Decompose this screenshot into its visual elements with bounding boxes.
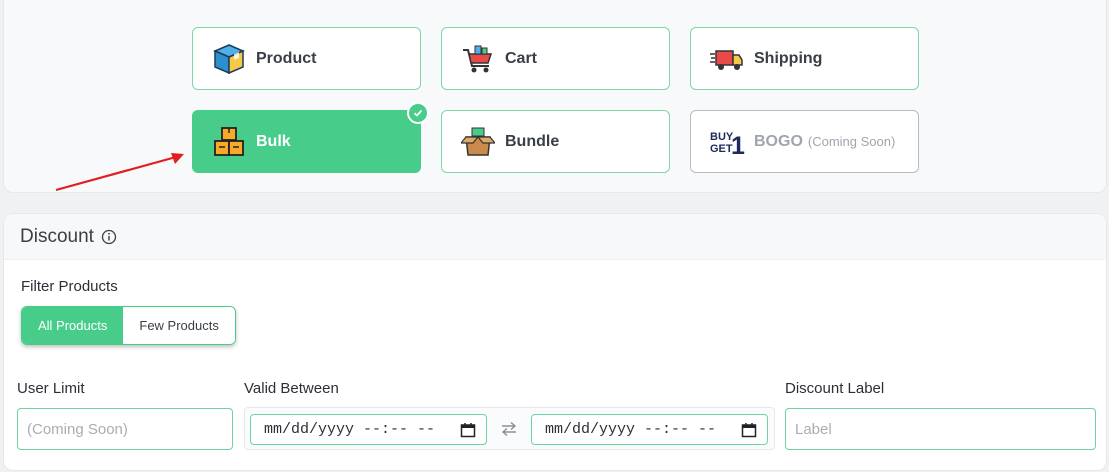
type-card-label: BOGO	[754, 132, 803, 150]
type-card-bulk[interactable]: Bulk	[192, 102, 429, 173]
type-card-product[interactable]: Product	[192, 27, 421, 90]
type-card-bogo: BUY GET 1 BOGO (Coming Soon)	[690, 110, 919, 173]
valid-between-range: mm/dd/yyyy --:-- -- mm/dd/yyyy --:-- --	[244, 407, 775, 450]
type-card-label: Cart	[505, 49, 538, 67]
filter-products-label: Filter Products	[21, 278, 118, 295]
discount-title: Discount	[20, 225, 94, 247]
discount-header: Discount	[4, 214, 1106, 260]
stacked-boxes-icon	[211, 124, 247, 160]
type-card-label: Bulk	[256, 132, 291, 150]
discount-panel: Discount Filter Products All Products Fe…	[3, 213, 1107, 471]
valid-between-label: Valid Between	[244, 380, 339, 397]
buy-get-one-icon: BUY GET 1	[709, 124, 745, 160]
filter-all-products-button[interactable]: All Products	[22, 307, 124, 344]
user-limit-input[interactable]: (Coming Soon)	[17, 408, 233, 450]
bogo-icon-number: 1	[731, 132, 745, 159]
shopping-cart-icon	[460, 41, 496, 77]
filter-few-products-button[interactable]: Few Products	[123, 307, 235, 344]
bogo-icon-line2: GET	[710, 143, 733, 155]
coming-soon-label: (Coming Soon)	[807, 134, 896, 149]
open-box-icon	[460, 124, 496, 160]
annotation-arrow-icon	[55, 153, 184, 192]
type-card-shipping[interactable]: Shipping	[690, 27, 919, 90]
end-date-value: mm/dd/yyyy --:-- --	[545, 421, 717, 438]
user-limit-label: User Limit	[17, 380, 85, 397]
end-date-input[interactable]: mm/dd/yyyy --:-- --	[531, 414, 768, 445]
type-card-label: Product	[256, 49, 317, 67]
type-card-bundle[interactable]: Bundle	[441, 110, 670, 173]
swap-arrows-icon	[501, 421, 517, 437]
type-card-cart[interactable]: Cart	[441, 27, 670, 90]
product-box-icon	[211, 41, 247, 77]
calendar-icon[interactable]	[460, 422, 476, 438]
discount-label-label: Discount Label	[785, 380, 885, 397]
discount-label-input[interactable]: Label	[785, 408, 1096, 450]
selected-check-icon	[407, 102, 429, 124]
delivery-truck-icon	[709, 41, 745, 77]
type-card-label: Bundle	[505, 132, 560, 150]
info-icon[interactable]	[101, 229, 117, 245]
type-card-label: Shipping	[754, 49, 823, 67]
start-date-input[interactable]: mm/dd/yyyy --:-- --	[250, 414, 487, 445]
calendar-icon[interactable]	[741, 422, 757, 438]
start-date-value: mm/dd/yyyy --:-- --	[264, 421, 436, 438]
filter-products-toggle: All Products Few Products	[21, 306, 236, 345]
